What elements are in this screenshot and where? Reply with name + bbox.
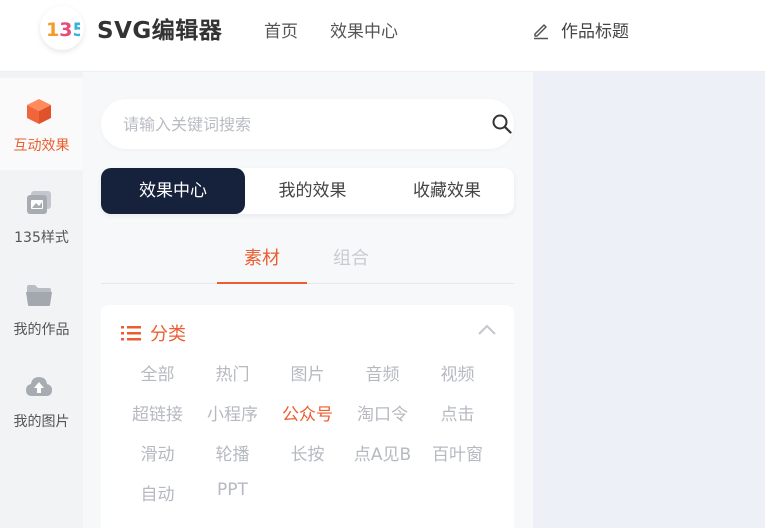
subtab-combinations[interactable]: 组合 <box>333 244 369 270</box>
search-icon[interactable] <box>491 113 513 135</box>
top-header: 135 SVG编辑器 首页 效果中心 作品标题 <box>0 0 765 72</box>
sidebar-item-my-images[interactable]: 我的图片 <box>0 354 83 446</box>
sidebar-item-label: 我的图片 <box>13 414 70 430</box>
material-subtabs: 素材 组合 <box>101 232 514 284</box>
gallery-icon <box>27 191 51 214</box>
category-item-video[interactable]: 视频 <box>420 360 495 385</box>
category-header: 分类 <box>120 320 186 346</box>
category-item-hyperlink[interactable]: 超链接 <box>120 400 195 425</box>
search-box <box>101 99 514 149</box>
search-input[interactable] <box>123 112 453 136</box>
sidebar-item-my-works[interactable]: 我的作品 <box>0 262 83 354</box>
category-item-carousel[interactable]: 轮播 <box>195 440 270 465</box>
left-sidebar: 互动效果 135样式 我的作品 我的图片 <box>0 72 83 528</box>
category-item-official-account[interactable]: 公众号 <box>270 400 345 425</box>
category-item-click[interactable]: 点击 <box>420 400 495 425</box>
sidebar-item-label: 135样式 <box>14 230 69 246</box>
category-card: 分类 全部 热门 图片 音频 视频 超链接 小程序 公众号 淘口令 点击 滑动 … <box>101 305 514 528</box>
category-title: 分类 <box>150 324 186 345</box>
work-title-label: 作品标题 <box>561 22 629 42</box>
category-item-audio[interactable]: 音频 <box>345 360 420 385</box>
folder-icon <box>26 285 52 306</box>
sidebar-item-135-styles[interactable]: 135样式 <box>0 170 83 262</box>
sidebar-item-label: 互动效果 <box>13 138 70 154</box>
svg-text:135: 135 <box>46 19 80 40</box>
chevron-up-icon[interactable] <box>477 323 497 337</box>
category-item-auto[interactable]: 自动 <box>120 480 195 505</box>
editor-canvas-area[interactable] <box>533 72 765 528</box>
cube-icon <box>27 99 51 124</box>
effects-panel: 效果中心 我的效果 收藏效果 素材 组合 分类 全部 热门 图片 音频 <box>83 72 533 528</box>
category-item-all[interactable]: 全部 <box>120 360 195 385</box>
tab-my-effects[interactable]: 我的效果 <box>245 168 380 214</box>
category-item-swipe[interactable]: 滑动 <box>120 440 195 465</box>
category-item-taobao-code[interactable]: 淘口令 <box>345 400 420 425</box>
brand-title: SVG编辑器 <box>97 18 223 44</box>
category-item-hot[interactable]: 热门 <box>195 360 270 385</box>
category-item-ppt[interactable]: PPT <box>195 480 270 500</box>
pencil-icon <box>534 23 548 39</box>
category-item-long-press[interactable]: 长按 <box>270 440 345 465</box>
effects-tabs: 效果中心 我的效果 收藏效果 <box>101 168 514 214</box>
list-icon <box>121 326 141 341</box>
category-item-blinds[interactable]: 百叶窗 <box>420 440 495 465</box>
category-item-image[interactable]: 图片 <box>270 360 345 385</box>
logo-icon: 135 <box>46 19 80 40</box>
category-item-click-a-see-b[interactable]: 点A见B <box>345 440 420 465</box>
tab-effects-center[interactable]: 效果中心 <box>101 168 245 214</box>
tab-favorite-effects[interactable]: 收藏效果 <box>380 168 514 214</box>
work-title-edit[interactable]: 作品标题 <box>531 17 629 42</box>
sidebar-item-label: 我的作品 <box>13 322 70 338</box>
nav-home-link[interactable]: 首页 <box>264 17 298 42</box>
category-item-mini-program[interactable]: 小程序 <box>195 400 270 425</box>
logo-badge[interactable]: 135 <box>40 6 84 50</box>
nav-effects-center-link[interactable]: 效果中心 <box>330 17 398 42</box>
cloud-upload-icon <box>26 377 52 396</box>
sidebar-item-interactive-effects[interactable]: 互动效果 <box>0 78 83 170</box>
subtab-materials[interactable]: 素材 <box>217 244 307 284</box>
